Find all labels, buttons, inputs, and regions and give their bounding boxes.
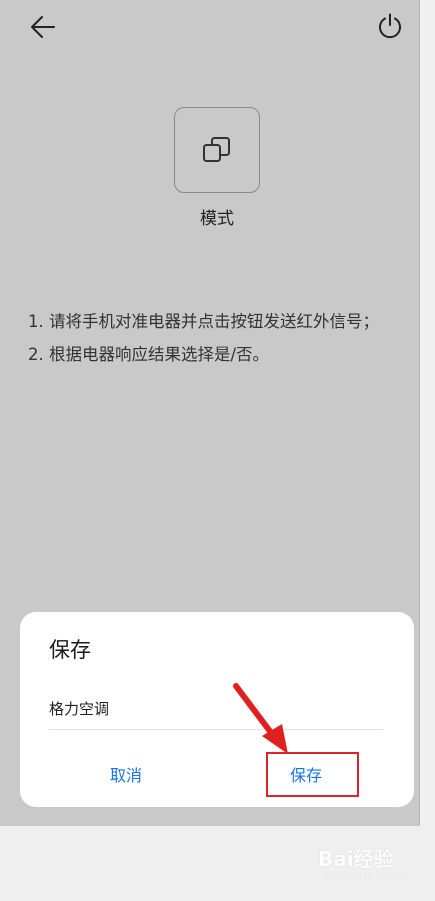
cancel-button[interactable]: 取消 [66,752,186,796]
instruction-line: 1. 请将手机对准电器并点击按钮发送红外信号； [28,312,379,331]
mode-label: 模式 [200,209,234,229]
power-button[interactable] [372,8,408,44]
power-icon [379,13,401,39]
copy-square-icon [203,137,230,162]
watermark-main: Bai经验 [318,847,394,871]
save-dialog: 保存 取消 保存 [20,612,414,807]
arrow-left-icon [31,16,55,38]
instruction-line: 2. 根据电器响应结果选择是/否。 [28,345,270,364]
instructions: 1. 请将手机对准电器并点击按钮发送红外信号； 2. 根据电器响应结果选择是/否… [28,305,413,371]
save-button[interactable]: 保存 [246,752,366,796]
back-button[interactable] [26,10,60,44]
dialog-title: 保存 [49,638,91,662]
watermark-logo: Bai经验 jingyan.baidu.com [318,843,428,891]
watermark-sub: jingyan.baidu.com [322,871,406,881]
mode-button[interactable] [174,107,260,193]
device-name-input[interactable] [49,694,383,730]
